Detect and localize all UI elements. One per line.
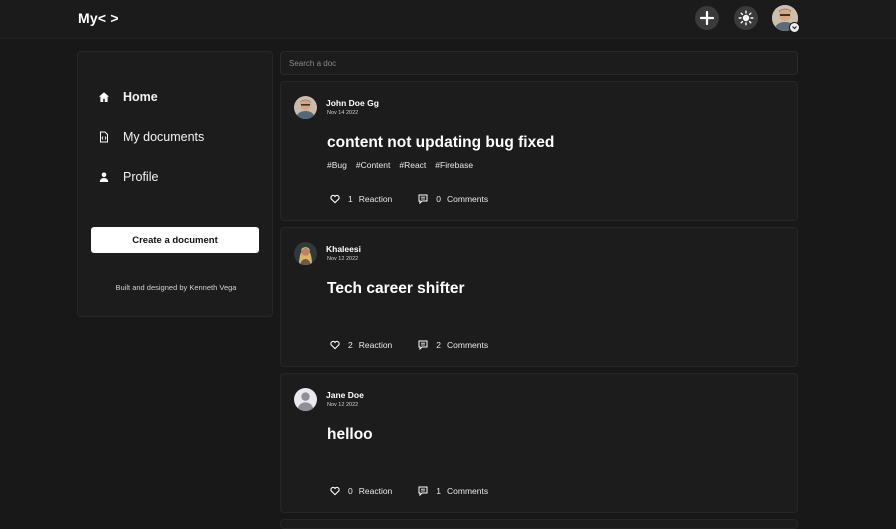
comments-button[interactable]: 1 Comments [418, 485, 488, 496]
search-input[interactable] [280, 51, 798, 75]
comments-count: 0 [436, 193, 442, 204]
app-logo[interactable]: My< > [78, 10, 119, 26]
post-date: Nov 14 2022 [327, 110, 359, 116]
comments-label: Comments [447, 193, 489, 204]
document-code-icon [96, 129, 112, 145]
reaction-label: Reaction [358, 193, 393, 204]
comments-label: Comments [447, 339, 489, 350]
tag[interactable]: #Firebase [435, 160, 473, 170]
post-card[interactable]: Jane Doe Nov 12 2022 helloo 0 Reaction 1… [280, 373, 798, 513]
post-date: Nov 12 2022 [327, 256, 359, 262]
reaction-count: 1 [348, 193, 353, 204]
top-bar: My< > [0, 0, 896, 39]
sidebar-item-home[interactable]: Home [96, 87, 158, 107]
post-date: Nov 12 2022 [327, 402, 359, 408]
post-author[interactable]: Khaleesi [326, 244, 361, 254]
reaction-count: 2 [348, 339, 353, 350]
sidebar: Home My documents Profile Create a docum… [77, 51, 273, 317]
post-author[interactable]: Jane Doe [326, 390, 364, 400]
home-icon [96, 89, 112, 105]
chevron-down-icon [789, 22, 800, 33]
post-tags: #Bug #Content #React #Firebase [327, 160, 473, 170]
avatar [294, 242, 317, 265]
post-card[interactable]: Khaleesi Nov 12 2022 Tech career shifter… [280, 227, 798, 367]
sidebar-item-label: My documents [123, 130, 205, 144]
comments-count: 1 [436, 485, 442, 496]
reaction-button[interactable]: 1 Reaction [330, 193, 392, 204]
heart-icon [330, 485, 341, 496]
avatar [294, 96, 317, 119]
reaction-count: 0 [348, 485, 353, 496]
post-stats: 0 Reaction 1 Comments [330, 485, 488, 496]
comment-icon [418, 193, 429, 204]
add-document-button[interactable] [695, 6, 719, 30]
create-document-button[interactable]: Create a document [91, 227, 259, 253]
reaction-button[interactable]: 0 Reaction [330, 485, 392, 496]
tag[interactable]: #React [399, 160, 426, 170]
post-title[interactable]: helloo [327, 426, 373, 444]
comments-label: Comments [447, 485, 489, 496]
heart-icon [330, 193, 341, 204]
post-card[interactable]: John Doe Gg Nov 14 2022 content not upda… [280, 81, 798, 221]
comments-button[interactable]: 2 Comments [418, 339, 488, 350]
reaction-button[interactable]: 2 Reaction [330, 339, 392, 350]
post-author[interactable]: John Doe Gg [326, 98, 379, 108]
sidebar-item-label: Profile [123, 170, 159, 184]
sidebar-item-profile[interactable]: Profile [96, 167, 158, 187]
post-title[interactable]: content not updating bug fixed [327, 134, 554, 152]
sidebar-item-my-documents[interactable]: My documents [96, 127, 204, 147]
comment-icon [418, 339, 429, 350]
post-stats: 2 Reaction 2 Comments [330, 339, 488, 350]
sun-icon [738, 10, 754, 26]
tag[interactable]: #Bug [327, 160, 347, 170]
comments-button[interactable]: 0 Comments [418, 193, 488, 204]
theme-toggle-button[interactable] [734, 6, 758, 30]
user-icon [96, 169, 112, 185]
sidebar-item-label: Home [123, 90, 158, 104]
post-title[interactable]: Tech career shifter [327, 280, 465, 298]
user-avatar-menu[interactable] [772, 5, 800, 33]
post-card[interactable] [280, 519, 798, 529]
post-stats: 1 Reaction 0 Comments [330, 193, 488, 204]
tag[interactable]: #Content [356, 160, 391, 170]
reaction-label: Reaction [358, 485, 393, 496]
heart-icon [330, 339, 341, 350]
footer-credit: Built and designed by Kenneth Vega [115, 283, 237, 292]
comment-icon [418, 485, 429, 496]
plus-icon [700, 11, 714, 25]
reaction-label: Reaction [358, 339, 393, 350]
comments-count: 2 [436, 339, 442, 350]
avatar [294, 388, 317, 411]
